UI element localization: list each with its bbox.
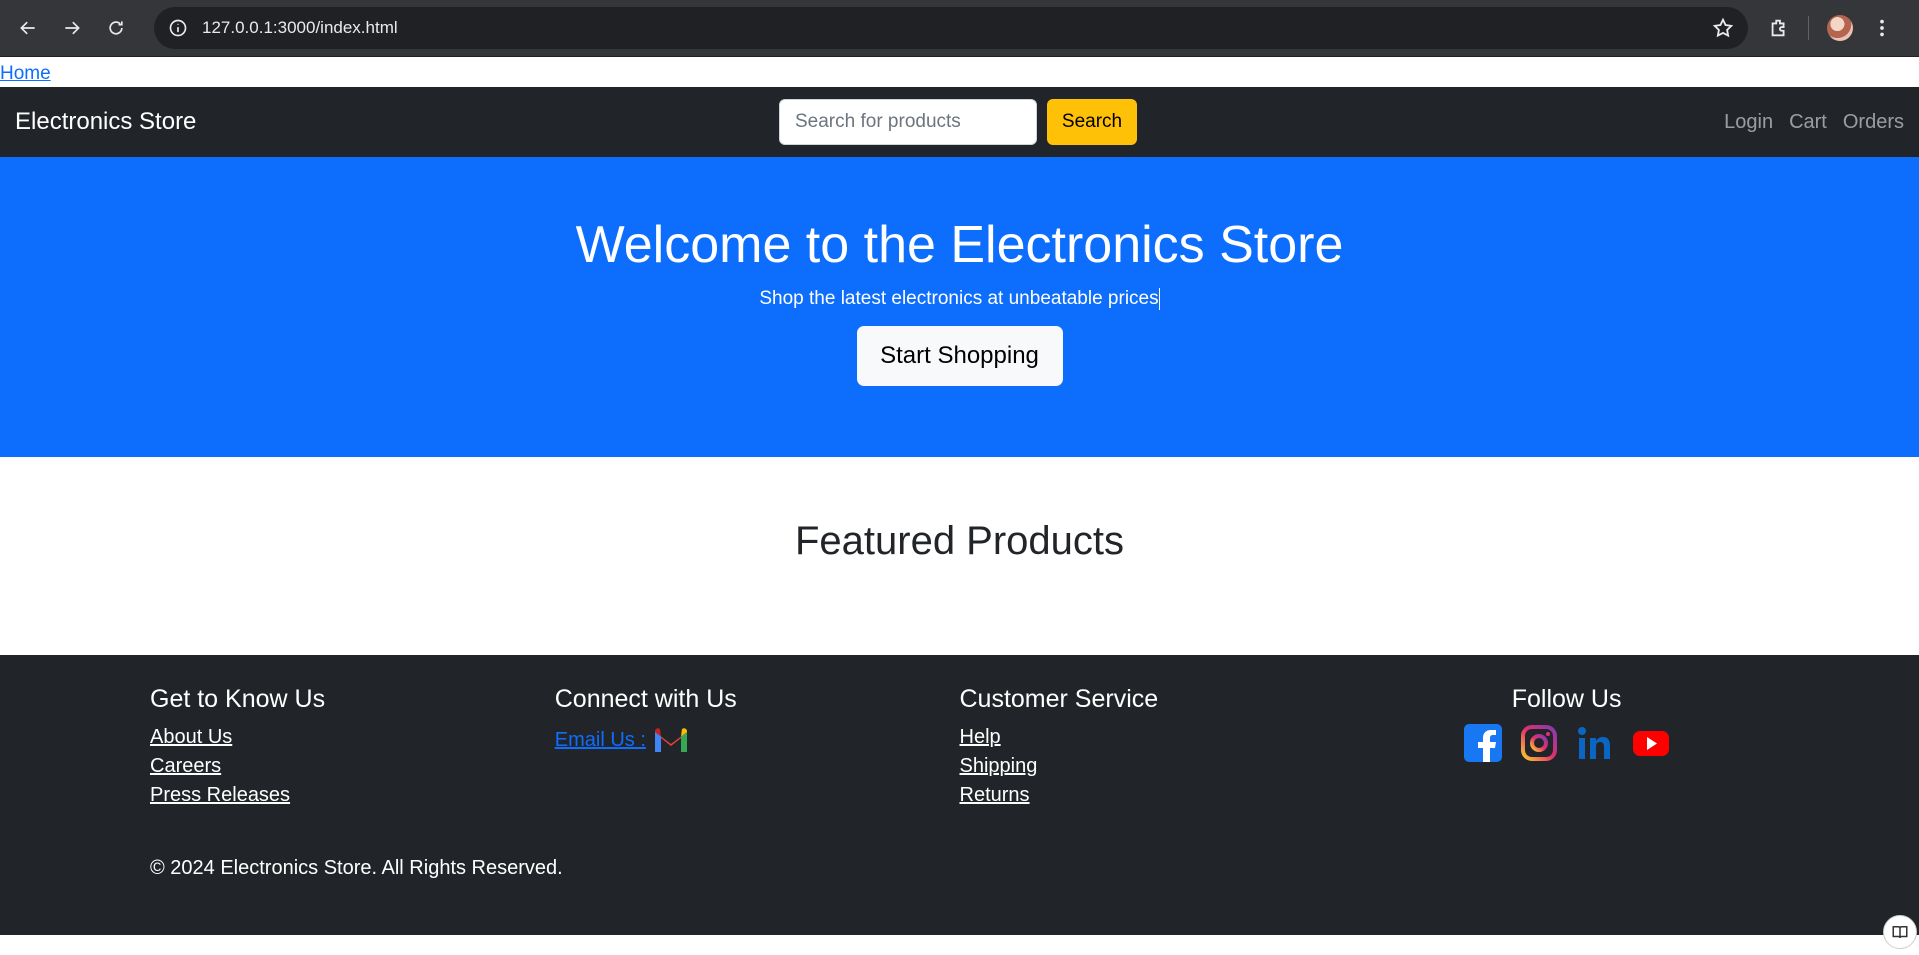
careers-link[interactable]: Careers [150, 755, 555, 778]
footer-heading: Get to Know Us [150, 685, 326, 713]
hero-banner: Welcome to the Electronics Store Shop th… [0, 157, 1919, 457]
start-shopping-button[interactable]: Start Shopping [856, 326, 1063, 387]
footer-col-connect: Connect with Us Email Us : [555, 685, 960, 813]
footer-heading: Customer Service [959, 685, 1159, 713]
email-label: Email Us : [554, 728, 646, 751]
footer-heading: Follow Us [1511, 685, 1622, 713]
hero-subtitle: Shop the latest electronics at unbeatabl… [759, 288, 1159, 310]
orders-link[interactable]: Orders [1843, 111, 1904, 134]
about-us-link[interactable]: About Us [150, 726, 555, 749]
footer-col-customer-service: Customer Service Help Shipping Returns [960, 685, 1365, 813]
email-us-link[interactable]: Email Us : [555, 726, 690, 754]
footer: Get to Know Us About Us Careers Press Re… [0, 655, 1919, 949]
address-bar[interactable]: 127.0.0.1:3000/index.html [154, 7, 1748, 49]
navbar: Electronics Store Search Login Cart Orde… [0, 87, 1919, 157]
search-input[interactable] [779, 99, 1037, 145]
extensions-icon[interactable] [1768, 17, 1790, 39]
hero-subtitle-wrap: Shop the latest electronics at unbeatabl… [0, 288, 1919, 311]
search-button[interactable]: Search [1047, 99, 1137, 145]
instagram-icon[interactable] [1520, 724, 1558, 762]
site-info-icon[interactable] [168, 18, 188, 38]
shipping-link[interactable]: Shipping [960, 755, 1365, 778]
returns-link[interactable]: Returns [960, 784, 1365, 807]
featured-title: Featured Products [794, 519, 1125, 563]
copyright-text: © 2024 Electronics Store. All Rights Res… [150, 857, 563, 879]
featured-section: Featured Products [0, 457, 1919, 655]
toolbar-divider [1808, 16, 1809, 40]
home-link[interactable]: Home [0, 57, 1919, 87]
linkedin-icon[interactable] [1576, 724, 1614, 762]
url-text[interactable]: 127.0.0.1:3000/index.html [202, 18, 1712, 38]
reload-icon[interactable] [98, 10, 134, 46]
more-menu-icon[interactable] [1871, 17, 1893, 39]
profile-avatar[interactable] [1827, 15, 1853, 41]
facebook-icon[interactable] [1463, 724, 1502, 762]
login-link[interactable]: Login [1724, 111, 1773, 134]
cart-link[interactable]: Cart [1789, 111, 1827, 134]
search-form: Search [779, 99, 1137, 145]
back-icon[interactable] [10, 10, 46, 46]
bookmark-star-icon[interactable] [1712, 17, 1734, 39]
reading-mode-icon[interactable] [1883, 915, 1917, 949]
text-cursor [1158, 288, 1160, 311]
footer-col-know-us: Get to Know Us About Us Careers Press Re… [150, 685, 555, 813]
help-link[interactable]: Help [960, 726, 1365, 749]
youtube-icon[interactable] [1632, 724, 1670, 762]
press-releases-link[interactable]: Press Releases [150, 784, 555, 807]
footer-heading: Connect with Us [554, 685, 737, 713]
gmail-icon [654, 728, 687, 752]
hero-title: Welcome to the Electronics Store [575, 216, 1344, 274]
forward-icon[interactable] [54, 10, 90, 46]
footer-col-follow: Follow Us [1364, 685, 1769, 813]
brand-logo-text[interactable]: Electronics Store [15, 108, 196, 136]
browser-toolbar: 127.0.0.1:3000/index.html [0, 0, 1919, 57]
